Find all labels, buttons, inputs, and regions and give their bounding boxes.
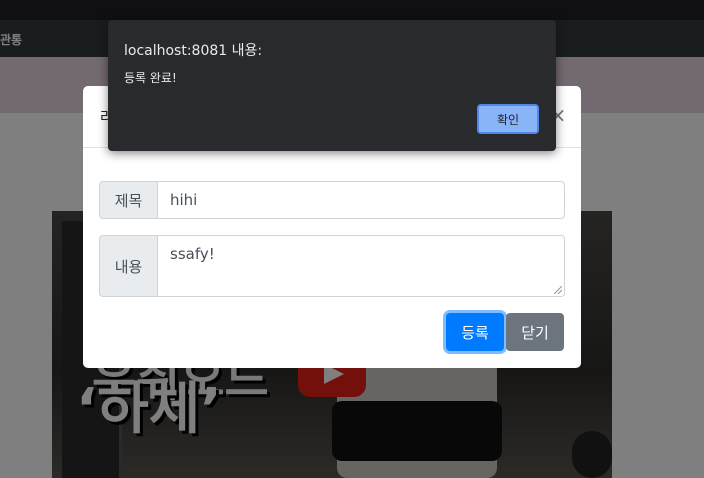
alert-origin: localhost:8081 내용:: [124, 43, 263, 59]
resize-grip-icon[interactable]: [554, 286, 562, 294]
page: 관통 우취오드 ‘하체’ 라 × 제목 hihi 내용 ssafy! 등록: [0, 0, 704, 478]
alert-message: 등록 완료!: [124, 71, 177, 85]
title-label: 제목: [99, 181, 157, 219]
content-label: 내용: [99, 235, 157, 297]
register-button[interactable]: 등록: [446, 313, 504, 351]
content-text: ssafy!: [170, 245, 215, 263]
alert-ok-button[interactable]: 확인: [477, 104, 539, 134]
content-textarea[interactable]: ssafy!: [157, 235, 565, 297]
browser-alert-dialog: localhost:8081 내용: 등록 완료! 확인: [108, 20, 556, 151]
close-button[interactable]: 닫기: [506, 313, 564, 351]
content-input-group: 내용 ssafy!: [99, 235, 565, 297]
title-input-group: 제목 hihi: [99, 181, 565, 219]
title-input[interactable]: hihi: [157, 181, 565, 219]
